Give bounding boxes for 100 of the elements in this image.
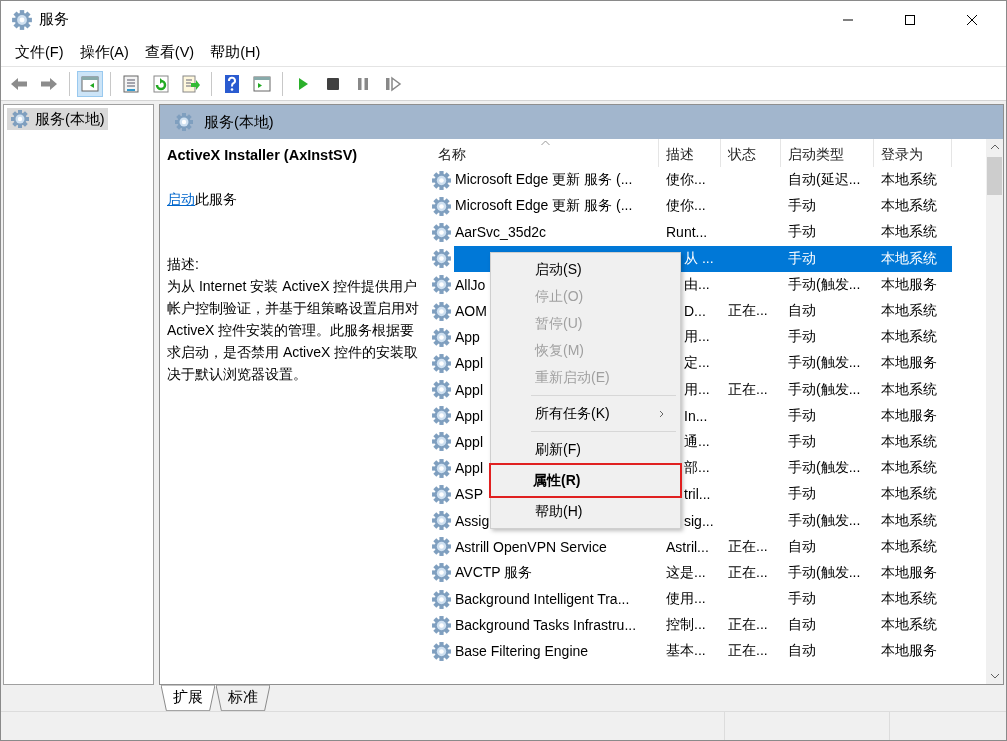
startup-type-cell-text: 手动 [787, 327, 817, 347]
service-title: ActiveX Installer (AxInstSV) [167, 147, 359, 163]
startup-type-cell-text: 手动 [787, 484, 817, 504]
logon-cell-text: 本地系统 [880, 301, 938, 321]
context-menu-item[interactable]: 属性(R) [489, 463, 682, 498]
gear-icon [431, 169, 452, 191]
gear-icon [431, 405, 452, 427]
logon-cell-text: 本地系统 [880, 458, 938, 478]
startup-type-cell-text: 自动 [787, 301, 817, 321]
menu-item[interactable]: 查看(V) [136, 39, 203, 65]
service-name-cell[interactable]: Base Filtering Engine [454, 638, 659, 665]
logon-cell-text: 本地系统 [880, 327, 938, 347]
view-tab[interactable]: 标准 [216, 685, 270, 711]
gear-icon [431, 483, 452, 505]
startup-type-cell-text: 自动 [787, 536, 817, 556]
description-cell-text: 基本... [665, 641, 707, 661]
tree-item[interactable]: 服务(本地) [7, 108, 108, 130]
gear-icon [431, 274, 452, 296]
startup-type-cell-text: 手动(触发... [787, 458, 862, 478]
logon-cell-text: 本地系统 [880, 484, 938, 504]
description-cell-text: tril... [683, 485, 712, 505]
service-name-cell[interactable]: Background Tasks Infrastru... [454, 612, 659, 639]
logon-cell-text: 本地服务 [880, 274, 938, 294]
startup-type-cell-text: 手动(触发... [787, 510, 862, 530]
logon-cell-text: 本地服务 [880, 562, 938, 582]
logon-cell-text: 本地服务 [880, 405, 938, 425]
description-cell-text: 部... [683, 458, 711, 478]
column-header[interactable]: 名称 [431, 139, 659, 167]
service-name-cell[interactable]: Microsoft Edge 更新 服务 (... [454, 167, 659, 194]
context-menu-item[interactable]: 刷新(F) [491, 436, 680, 463]
logon-cell-text: 本地系统 [880, 379, 938, 399]
context-menu-item[interactable]: 帮助(H) [491, 498, 680, 525]
scrollbar-thumb[interactable] [987, 157, 1002, 195]
export-icon [181, 73, 201, 94]
startup-type-cell-text: 手动 [787, 589, 817, 609]
context-menu-item[interactable]: 所有任务(K) [491, 400, 680, 427]
status-cell-text: 正在... [727, 562, 769, 582]
startup-type-cell-text: 手动(触发... [787, 379, 862, 399]
description-cell-text: In... [683, 406, 709, 426]
startup-type-cell-text: 手动(触发... [787, 353, 862, 373]
description-cell-text: 使你... [665, 170, 707, 190]
view-tab[interactable]: 扩展 [161, 685, 215, 711]
start-link[interactable]: 启动 [167, 191, 195, 209]
description-cell-text: 通... [683, 431, 711, 451]
description-cell-text: 用... [683, 379, 711, 399]
description-cell-text: 由... [683, 274, 711, 294]
description-cell-text: 定... [683, 353, 711, 373]
logon-cell-text: 本地系统 [880, 510, 938, 530]
status-cell-text: 正在... [727, 641, 769, 661]
startup-type-cell-text: 手动(触发... [787, 274, 862, 294]
service-description: 为从 Internet 安装 ActiveX 控件提供用户帐户控制验证，并基于组策略设置启用对 ActiveX 控件安装的管理。此服务根据要求启动，是否禁用 ActiveX 控件的安装取决于默认浏览器设置。 [167, 277, 420, 384]
logon-cell-text: 本地系统 [880, 589, 938, 609]
scrollbar[interactable] [986, 139, 1003, 684]
description-cell-text: 控制... [665, 615, 707, 635]
gear-icon [431, 536, 452, 558]
startup-type-cell-text: 自动(延迟... [787, 170, 862, 190]
gear-icon [10, 109, 30, 129]
logon-cell-text: 本地服务 [880, 641, 938, 661]
description-cell-text: 使用... [665, 589, 707, 609]
gear-icon [431, 614, 452, 636]
column-header[interactable]: 状态 [721, 139, 781, 167]
logon-cell-text: 本地服务 [880, 353, 938, 373]
status-cell-text: 正在... [727, 615, 769, 635]
startup-type-cell: 手动 [781, 245, 874, 272]
pane-title: 服务(本地) [204, 112, 274, 132]
description-cell-text: Runt... [665, 223, 709, 243]
logon-cell-text: 本地系统 [880, 536, 938, 556]
service-name-cell[interactable]: AVCTP 服务 [454, 559, 659, 586]
menu-item[interactable]: 帮助(H) [202, 39, 269, 65]
logon-cell: 本地系统 [874, 245, 952, 272]
description-cell-text: 这是... [665, 562, 707, 582]
service-name-cell[interactable]: Astrill OpenVPN Service [454, 533, 659, 560]
startup-type-cell-text: 自动 [787, 615, 817, 635]
maximize-icon [904, 13, 916, 26]
link-suffix: 此服务 [195, 191, 237, 209]
logon-cell-text: 本地系统 [880, 615, 938, 635]
column-header[interactable]: 描述 [659, 139, 721, 167]
app-gear-icon [11, 8, 33, 31]
window-title: 服务 [39, 10, 70, 29]
service-name-cell[interactable]: Background Intelligent Tra... [454, 586, 659, 613]
status-cell-text: 正在... [727, 301, 769, 321]
startup-type-cell-text: 手动 [787, 431, 817, 451]
window-panel-icon [252, 73, 272, 94]
sort-icon [541, 140, 550, 146]
menu-item[interactable]: 操作(A) [71, 39, 137, 65]
gear-icon [431, 379, 452, 401]
logon-cell-text: 本地系统 [880, 170, 938, 190]
startup-type-cell-text: 自动 [787, 641, 817, 661]
gear-icon [431, 300, 452, 322]
gear-icon [431, 457, 452, 479]
service-name-cell[interactable]: Microsoft Edge 更新 服务 (... [454, 193, 659, 220]
console-tree-button[interactable] [77, 70, 103, 97]
column-header[interactable]: 启动类型 [781, 139, 874, 167]
column-header[interactable]: 登录为 [874, 139, 952, 167]
startup-type-cell-text: 手动 [787, 405, 817, 425]
service-name-cell[interactable]: AarSvc_35d2c [454, 219, 659, 246]
gear-icon [431, 352, 452, 374]
gear-icon [431, 562, 452, 584]
gear-icon [431, 588, 452, 610]
menu-item[interactable]: 文件(F) [7, 39, 72, 65]
